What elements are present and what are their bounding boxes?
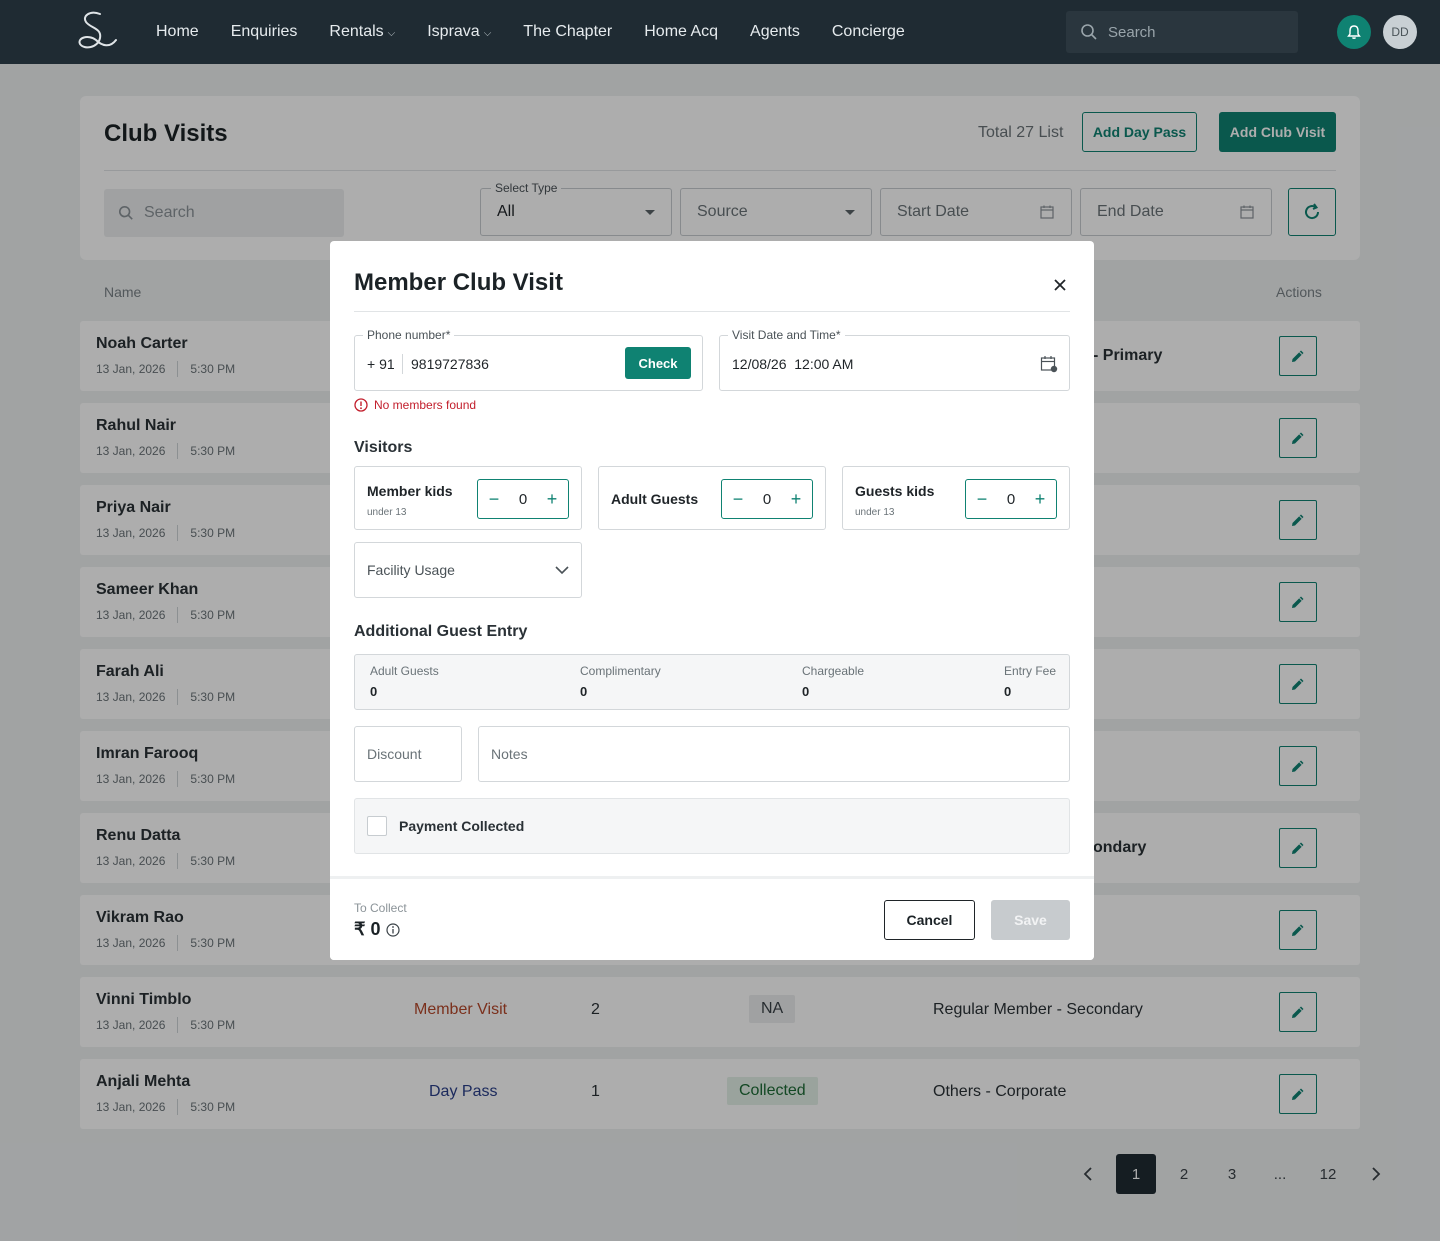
member-kids-sub: under 13 xyxy=(367,507,407,518)
minus-icon[interactable]: − xyxy=(486,489,502,510)
payment-collected-checkbox[interactable] xyxy=(367,816,387,836)
user-avatar[interactable]: DD xyxy=(1383,15,1417,49)
summary-header: Chargeable xyxy=(802,664,865,678)
adult-guests-value: 0 xyxy=(762,490,772,508)
notes-input[interactable] xyxy=(491,746,1057,762)
guest-kids-sub: under 13 xyxy=(855,507,895,518)
facility-usage-dropdown[interactable]: Facility Usage xyxy=(354,542,582,598)
to-collect-amount: ₹ 0 xyxy=(354,919,401,940)
global-search-input[interactable] xyxy=(1108,23,1278,41)
plus-icon[interactable]: + xyxy=(544,489,560,510)
visit-date-value: 12/08/26 12:00 AM xyxy=(732,356,854,372)
facility-usage-placeholder: Facility Usage xyxy=(367,562,455,578)
payment-collected-row[interactable]: Payment Collected xyxy=(354,798,1070,854)
guest-kids-card: Guests kids under 13 − 0 + xyxy=(842,466,1070,530)
phone-number-legend: Phone number* xyxy=(363,328,455,342)
summary-header: Entry Fee xyxy=(1004,664,1057,678)
summary-adult-guests: Adult Guests 0 xyxy=(370,664,439,699)
nav-item-label: Agents xyxy=(750,23,800,40)
chevron-down-icon: ⌵ xyxy=(483,27,492,39)
summary-value: 0 xyxy=(370,684,378,699)
close-button[interactable] xyxy=(1048,273,1072,297)
additional-guest-summary: Adult Guests 0 Complimentary 0 Chargeabl… xyxy=(354,654,1070,710)
nav-item-rentals[interactable]: Rentals ⌵ xyxy=(329,23,395,41)
nav-item-home[interactable]: Home xyxy=(156,23,199,41)
member-kids-card: Member kids under 13 − 0 + xyxy=(354,466,582,530)
to-collect-label: To Collect xyxy=(354,901,407,915)
search-icon xyxy=(1081,24,1097,40)
summary-entry-fee: Entry Fee 0 xyxy=(1004,664,1056,699)
brand-logo[interactable] xyxy=(74,10,120,54)
adult-guests-card: Adult Guests − 0 + xyxy=(598,466,826,530)
additional-guest-heading: Additional Guest Entry xyxy=(354,623,528,640)
nav-item-concierge[interactable]: Concierge xyxy=(832,23,905,41)
close-icon xyxy=(1054,279,1066,291)
nav-item-label: Home Acq xyxy=(644,23,719,40)
nav-item-label: Rentals xyxy=(329,23,384,40)
discount-input[interactable] xyxy=(367,746,449,762)
global-search[interactable] xyxy=(1066,11,1298,53)
summary-header: Complimentary xyxy=(580,664,661,678)
summary-complimentary: Complimentary 0 xyxy=(580,664,661,699)
discount-field[interactable] xyxy=(354,726,462,782)
check-button[interactable]: Check xyxy=(625,347,691,379)
calendar-clock-icon[interactable] xyxy=(1040,355,1058,373)
nav-item-isprava[interactable]: Isprava ⌵ xyxy=(427,23,491,41)
divider xyxy=(354,311,1070,312)
chevron-down-icon: ⌵ xyxy=(387,27,396,39)
phone-number-input[interactable]: 9819727836 xyxy=(411,356,489,372)
modal-footer: To Collect ₹ 0 Cancel Save xyxy=(330,876,1094,960)
visit-date-time-field[interactable]: Visit Date and Time* 12/08/26 12:00 AM xyxy=(719,328,1070,391)
adult-guests-stepper: − 0 + xyxy=(721,479,813,519)
divider xyxy=(402,354,403,374)
summary-value: 0 xyxy=(580,684,588,699)
error-text: No members found xyxy=(374,398,477,412)
visitors-heading: Visitors xyxy=(354,439,413,456)
member-kids-stepper: − 0 + xyxy=(477,479,569,519)
nav-item-agents[interactable]: Agents xyxy=(750,23,800,41)
visit-date-legend: Visit Date and Time* xyxy=(728,328,845,342)
nav-item-label: Enquiries xyxy=(230,23,298,40)
adult-guests-label: Adult Guests xyxy=(611,491,699,507)
country-code[interactable]: + 91 xyxy=(367,356,395,372)
nav-item-label: Home xyxy=(156,23,199,40)
nav-item-the-chapter[interactable]: The Chapter xyxy=(523,23,612,41)
summary-chargeable: Chargeable 0 xyxy=(802,664,864,699)
error-icon xyxy=(354,398,368,412)
phone-number-field[interactable]: Phone number* + 91 9819727836 Check xyxy=(354,328,703,391)
notes-field[interactable] xyxy=(478,726,1070,782)
nav-menu: Home Enquiries Rentals ⌵ Isprava ⌵ The Cha… xyxy=(156,0,905,64)
summary-value: 0 xyxy=(1004,684,1012,699)
nav-item-label: Isprava xyxy=(427,23,480,40)
error-message: No members found xyxy=(354,398,476,412)
summary-header: Adult Guests xyxy=(370,664,439,678)
amount-value: ₹ 0 xyxy=(354,919,381,939)
member-kids-label: Member kids xyxy=(367,483,453,499)
nav-item-label: Concierge xyxy=(831,23,905,40)
guest-kids-stepper: − 0 + xyxy=(965,479,1057,519)
chevron-down-icon xyxy=(555,566,569,575)
guest-kids-label: Guests kids xyxy=(855,483,935,499)
info-icon[interactable] xyxy=(386,922,401,937)
payment-collected-label: Payment Collected xyxy=(399,818,525,834)
top-nav: Home Enquiries Rentals ⌵ Isprava ⌵ The Cha… xyxy=(0,0,1440,64)
notifications-button[interactable] xyxy=(1337,15,1371,49)
nav-item-home-acq[interactable]: Home Acq xyxy=(644,23,718,41)
summary-value: 0 xyxy=(802,684,810,699)
save-button[interactable]: Save xyxy=(991,900,1070,940)
guest-kids-value: 0 xyxy=(1006,490,1016,508)
plus-icon[interactable]: + xyxy=(1032,489,1048,510)
cancel-button[interactable]: Cancel xyxy=(884,900,975,940)
bell-icon xyxy=(1347,25,1361,39)
nav-item-enquiries[interactable]: Enquiries xyxy=(231,23,298,41)
member-kids-value: 0 xyxy=(518,490,528,508)
plus-icon[interactable]: + xyxy=(788,489,804,510)
minus-icon[interactable]: − xyxy=(730,489,746,510)
member-club-visit-modal: Member Club Visit Phone number* + 91 981… xyxy=(330,241,1094,960)
modal-title: Member Club Visit xyxy=(354,269,563,296)
minus-icon[interactable]: − xyxy=(974,489,990,510)
nav-item-label: The Chapter xyxy=(523,23,613,40)
